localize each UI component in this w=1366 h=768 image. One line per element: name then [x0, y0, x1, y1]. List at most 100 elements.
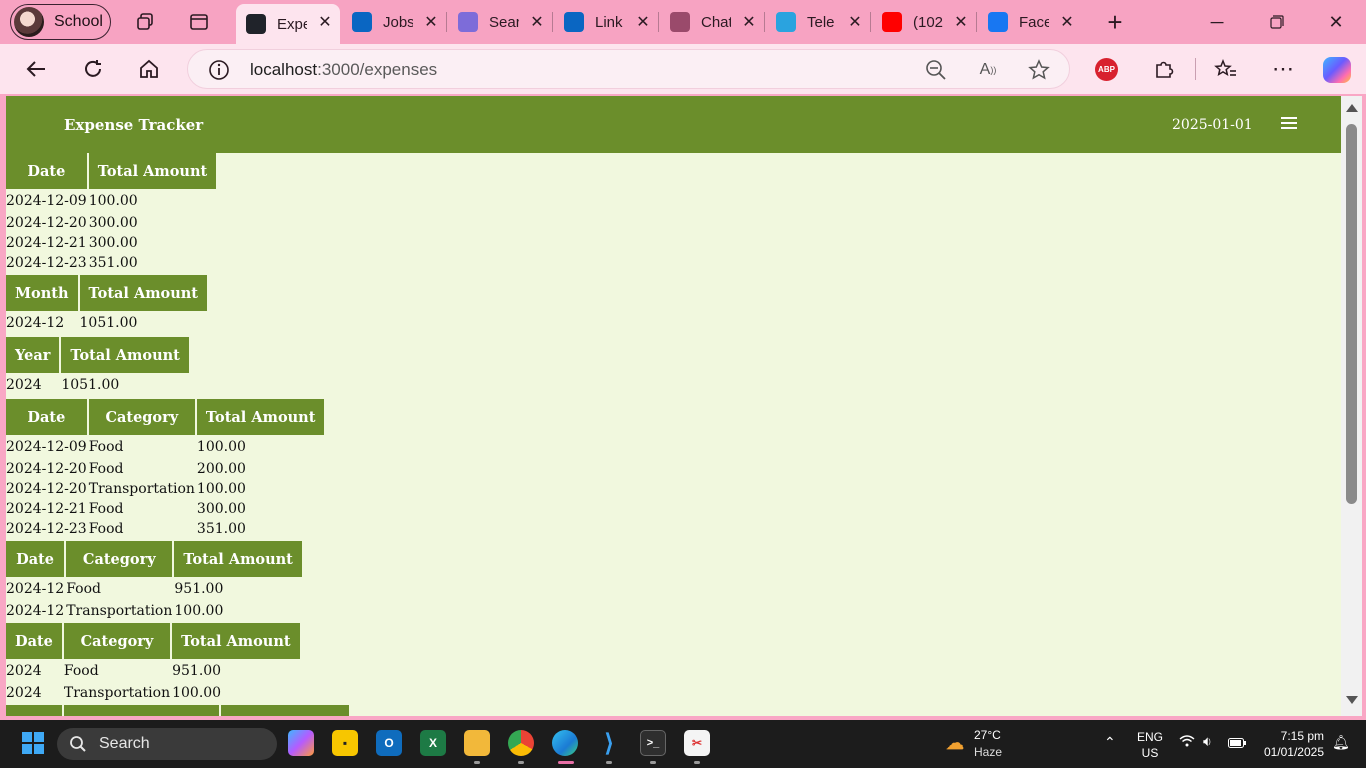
tab-close-icon[interactable]: ✕: [1058, 13, 1076, 31]
running-indicator: [650, 761, 656, 764]
close-window-button[interactable]: ✕: [1316, 6, 1356, 38]
address-bar[interactable]: localhost:3000/expenses A)): [187, 49, 1070, 89]
windows-taskbar: Search ▪ O X ⟩ >_ ✂ ☁ 27°C Haze ⌃ ENG US…: [0, 720, 1366, 768]
outlook-icon[interactable]: O: [376, 730, 402, 756]
workspaces-icon[interactable]: [131, 8, 159, 36]
sticky-notes-icon[interactable]: ▪: [332, 730, 358, 756]
column-header: Month: [6, 275, 78, 313]
tab-close-icon[interactable]: ✕: [422, 13, 440, 31]
table-row: 2024-12-20 300.00: [6, 215, 216, 235]
new-tab-button[interactable]: +: [1101, 7, 1129, 37]
table-cell: 2024-12-20: [6, 481, 87, 497]
table-cell: 2024-12-23: [6, 521, 87, 537]
search-engine-icon: [458, 12, 478, 32]
tab-close-icon[interactable]: ✕: [740, 13, 758, 31]
table-row: 2024-12-09 Food 100.00: [6, 437, 324, 461]
tab-actions-icon[interactable]: [185, 8, 213, 36]
weather-description[interactable]: Haze: [974, 745, 1002, 759]
notifications-bell-icon[interactable]: 🔔︎: [1332, 734, 1350, 751]
read-aloud-icon[interactable]: A)): [973, 55, 1003, 85]
app-header: Expense Tracker 2025-01-01: [6, 96, 1341, 153]
tab-close-icon[interactable]: ✕: [528, 13, 546, 31]
browser-tab[interactable]: Face ✕: [978, 4, 1082, 40]
table-cell: 100.00: [196, 439, 246, 455]
browser-tab[interactable]: Sear ✕: [448, 4, 552, 40]
tab-separator: [764, 12, 765, 32]
adblock-plus-icon[interactable]: ABP: [1095, 58, 1118, 81]
browser-tab[interactable]: Tele ✕: [766, 4, 870, 40]
tab-close-icon[interactable]: ✕: [316, 13, 334, 31]
copilot-icon[interactable]: [1323, 57, 1351, 83]
column-header: Date: [6, 153, 87, 191]
clock-date[interactable]: 01/01/2025: [1258, 745, 1324, 759]
taskbar-search[interactable]: Search: [57, 728, 277, 760]
summary-table: Date Category Total Amount 2024-12 Food 951.0…: [6, 541, 304, 623]
vscode-icon[interactable]: ⟩: [596, 730, 622, 757]
table-cell: 300.00: [196, 501, 246, 517]
table-cell: 1051.00: [61, 377, 120, 393]
snipping-tool-icon[interactable]: ✂: [684, 730, 710, 756]
excel-icon[interactable]: X: [420, 730, 446, 756]
table-cell: 2024: [6, 663, 42, 679]
hamburger-menu-icon[interactable]: [1281, 117, 1297, 133]
minimize-button[interactable]: ─: [1197, 6, 1237, 38]
table-cell: 2024-12: [6, 603, 65, 619]
url-text[interactable]: localhost:3000/expenses: [250, 60, 437, 80]
scroll-down-arrow-icon[interactable]: [1346, 696, 1358, 704]
extensions-icon[interactable]: [1149, 54, 1179, 84]
restore-button[interactable]: [1257, 6, 1297, 38]
youtube-icon: [882, 12, 902, 32]
scroll-thumb[interactable]: [1346, 124, 1357, 504]
language-line2[interactable]: US: [1136, 746, 1164, 760]
tab-close-icon[interactable]: ✕: [952, 13, 970, 31]
telegram-icon: [776, 12, 796, 32]
more-options-icon[interactable]: ⋯: [1268, 54, 1298, 84]
avatar: [14, 7, 44, 37]
tab-title: Jobs: [383, 13, 413, 31]
column-header: Payment Method: [63, 705, 220, 716]
terminal-icon[interactable]: >_: [640, 730, 666, 756]
file-explorer-icon[interactable]: [464, 730, 490, 756]
home-button[interactable]: [134, 54, 164, 84]
scroll-up-arrow-icon[interactable]: [1346, 104, 1358, 112]
tab-title: Tele: [807, 13, 835, 31]
show-hidden-icons-chevron-up-icon[interactable]: ⌃: [1104, 734, 1116, 751]
clock-time[interactable]: 7:15 pm: [1262, 729, 1324, 743]
zoom-icon[interactable]: [921, 55, 951, 85]
profile-button[interactable]: School: [10, 4, 111, 40]
table-cell: 100.00: [196, 481, 246, 497]
tab-close-icon[interactable]: ✕: [634, 13, 652, 31]
tab-close-icon[interactable]: ✕: [846, 13, 864, 31]
battery-icon[interactable]: [1228, 737, 1246, 751]
column-header: Category: [63, 623, 171, 661]
wifi-icon[interactable]: [1179, 734, 1195, 751]
table-row: 2024-12 1051.00: [6, 313, 207, 337]
browser-tab[interactable]: Chat ✕: [660, 4, 764, 40]
copilot-app-icon[interactable]: [288, 730, 314, 756]
table-cell: 951.00: [172, 663, 222, 679]
site-info-icon[interactable]: [204, 55, 234, 85]
table-cell: 1051.00: [79, 315, 138, 331]
page-scrollbar[interactable]: [1341, 96, 1362, 716]
volume-icon[interactable]: 🔉︎: [1203, 733, 1212, 750]
chrome-icon[interactable]: [508, 730, 534, 756]
summary-table: Month Total Amount 2024-12 1051.00: [6, 275, 209, 337]
app-title: Expense Tracker: [64, 116, 204, 134]
start-button[interactable]: [22, 732, 44, 754]
favorites-icon[interactable]: [1211, 54, 1241, 84]
language-line1[interactable]: ENG: [1136, 730, 1164, 744]
browser-tab[interactable]: Link ✕: [554, 4, 658, 40]
column-header: Year: [6, 337, 60, 375]
browser-tab[interactable]: (102 ✕: [872, 4, 976, 40]
table-cell: 2024: [6, 685, 42, 701]
browser-tab[interactable]: Expe ✕: [236, 4, 340, 44]
table-cell: 2024: [6, 377, 42, 393]
table-row: 2024-12-20 Food 200.00: [6, 461, 324, 481]
favorite-star-icon[interactable]: [1024, 55, 1054, 85]
summary-table: Date Category Total Amount 2024-12-09 Food 10…: [6, 399, 326, 541]
browser-tab[interactable]: Jobs ✕: [342, 4, 446, 40]
back-button[interactable]: [21, 54, 51, 84]
weather-temperature[interactable]: 27°C: [974, 728, 1001, 742]
refresh-button[interactable]: [78, 54, 108, 84]
edge-icon[interactable]: [552, 730, 578, 756]
